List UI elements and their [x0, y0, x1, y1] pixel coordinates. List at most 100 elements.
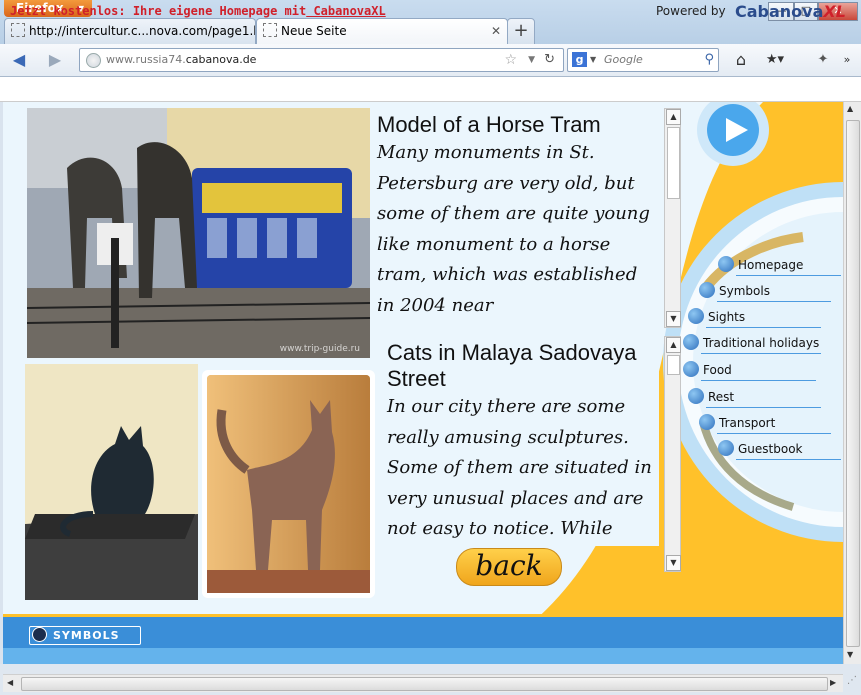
search-icon[interactable]: ⚲: [704, 49, 714, 71]
brown-cat-image: [207, 375, 370, 593]
horse-tram-article: Model of a Horse Tram Many monuments in …: [375, 108, 659, 326]
close-tab-icon[interactable]: ✕: [491, 19, 501, 43]
nav-bullet-icon: [683, 334, 699, 350]
article-1-title: Model of a Horse Tram: [377, 112, 601, 137]
nav-label: Sights: [708, 310, 746, 324]
scroll-down-icon[interactable]: ▼: [666, 311, 681, 327]
bookmarks-icon[interactable]: ★▾: [762, 48, 788, 72]
nav-label: Symbols: [719, 284, 770, 298]
resize-grip-icon[interactable]: ⋰: [844, 675, 860, 691]
globe-icon: [86, 53, 101, 68]
scroll-up-icon[interactable]: ▲: [666, 109, 681, 125]
page-icon: [263, 23, 277, 37]
scroll-up-icon[interactable]: ▲: [666, 337, 681, 353]
reload-icon[interactable]: ↻: [544, 49, 555, 71]
scroll-thumb[interactable]: [21, 677, 828, 691]
nav-item-rest[interactable]: Rest: [688, 386, 843, 408]
brand-suffix: XL: [823, 2, 846, 21]
cabanova-logo[interactable]: CabanovaXL: [735, 2, 846, 21]
scroll-thumb[interactable]: [846, 120, 860, 647]
dropdown-arrow-icon[interactable]: ▼: [528, 49, 535, 71]
nav-bullet-icon: [718, 440, 734, 456]
page-horizontal-scrollbar[interactable]: ◀ ▶: [3, 674, 843, 692]
search-input[interactable]: Google: [604, 49, 643, 71]
nav-bullet-icon: [699, 282, 715, 298]
footer-logo-text: SYMBOLS: [53, 629, 120, 642]
black-cat-image: [25, 364, 198, 600]
logo-circle-icon: [32, 627, 47, 642]
page-content: www.trip-guide.ru Model of a Horse Tram …: [3, 102, 843, 664]
tab-2-title: Neue Seite: [281, 24, 347, 38]
tab-2[interactable]: Neue Seite ✕: [256, 18, 508, 45]
nav-underline: [736, 275, 841, 276]
nav-label: Homepage: [738, 258, 804, 272]
scroll-down-icon[interactable]: ▼: [666, 555, 681, 571]
brand-name: Cabanova: [735, 2, 824, 21]
nav-bullet-icon: [699, 414, 715, 430]
scroll-up-icon[interactable]: ▲: [847, 104, 853, 113]
home-icon[interactable]: ⌂: [728, 48, 754, 72]
cats-article: Cats in Malaya Sadovaya Street In our ci…: [383, 340, 659, 546]
nav-label: Traditional holidays: [703, 336, 820, 350]
search-bar[interactable]: g ▼ Google ⚲: [567, 48, 719, 72]
addon-icon[interactable]: ✦: [810, 48, 836, 72]
horse-tram-image: [27, 108, 370, 358]
nav-label: Transport: [719, 416, 776, 430]
nav-underline: [736, 459, 841, 460]
tab-1[interactable]: http://intercultur.c...nova.com/page1.ht…: [4, 18, 256, 45]
cat-sculpture-photo-1: [25, 364, 198, 600]
footer-band: [3, 648, 843, 664]
promo-link[interactable]: CabanovaXL: [306, 4, 385, 18]
scroll-thumb[interactable]: [667, 355, 680, 375]
url-text: www.russia74.cabanova.de: [106, 49, 256, 71]
article-1-scrollbar[interactable]: ▲ ▼: [664, 108, 681, 328]
play-button[interactable]: [707, 104, 759, 156]
menu-chevron-icon[interactable]: »: [834, 48, 860, 72]
nav-bullet-icon: [718, 256, 734, 272]
nav-item-homepage[interactable]: Homepage: [718, 254, 843, 276]
article-2-scrollbar[interactable]: ▲ ▼: [664, 336, 681, 572]
bookmark-star-icon[interactable]: ☆: [504, 49, 517, 71]
promo-text: Jetzt kostenlos: Ihre eigene Homepage mi…: [10, 4, 386, 18]
new-tab-button[interactable]: +: [507, 18, 535, 45]
nav-item-symbols[interactable]: Symbols: [699, 280, 843, 302]
photo-watermark: www.trip-guide.ru: [279, 344, 360, 354]
nav-bullet-icon: [688, 308, 704, 324]
nav-underline: [701, 380, 816, 381]
page-icon: [11, 23, 25, 37]
nav-underline: [717, 301, 831, 302]
forward-arrow-icon[interactable]: ▶: [42, 48, 68, 72]
search-engine-dropdown-icon[interactable]: ▼: [590, 49, 596, 71]
article-2-body: In our city there are some really amusin…: [387, 396, 652, 539]
url-bar[interactable]: www.russia74.cabanova.de ☆ ▼ ↻: [79, 48, 564, 72]
scroll-left-icon[interactable]: ◀: [7, 678, 13, 687]
nav-underline: [706, 327, 821, 328]
url-prefix: www.russia74.: [106, 53, 186, 66]
nav-bullet-icon: [688, 388, 704, 404]
footer-symbols-logo[interactable]: SYMBOLS: [29, 626, 141, 645]
nav-underline: [706, 407, 821, 408]
cat-sculpture-photo-2: [202, 370, 375, 598]
nav-underline: [717, 433, 831, 434]
back-button[interactable]: back: [456, 548, 562, 586]
back-arrow-icon[interactable]: ◀: [6, 48, 32, 72]
nav-item-transport[interactable]: Transport: [699, 412, 843, 434]
nav-label: Food: [703, 363, 732, 377]
article-1-body: Many monuments in St. Petersburg are ver…: [377, 142, 650, 326]
article-2-title: Cats in Malaya Sadovaya Street: [387, 340, 637, 391]
nav-item-sights[interactable]: Sights: [688, 306, 843, 328]
promo-banner: [0, 77, 861, 102]
nav-label: Rest: [708, 390, 735, 404]
nav-item-traditional-holidays[interactable]: Traditional holidays: [683, 332, 843, 354]
scroll-right-icon[interactable]: ▶: [830, 678, 836, 687]
page-vertical-scrollbar[interactable]: ▲ ▼: [843, 102, 861, 664]
nav-item-food[interactable]: Food: [683, 359, 843, 381]
nav-item-guestbook[interactable]: Guestbook: [718, 438, 843, 460]
scroll-down-icon[interactable]: ▼: [847, 650, 853, 659]
google-icon: g: [572, 52, 587, 67]
url-domain: cabanova.de: [185, 53, 257, 66]
horse-tram-photo: www.trip-guide.ru: [27, 108, 370, 358]
scroll-thumb[interactable]: [667, 127, 680, 199]
nav-label: Guestbook: [738, 442, 803, 456]
nav-underline: [701, 353, 821, 354]
